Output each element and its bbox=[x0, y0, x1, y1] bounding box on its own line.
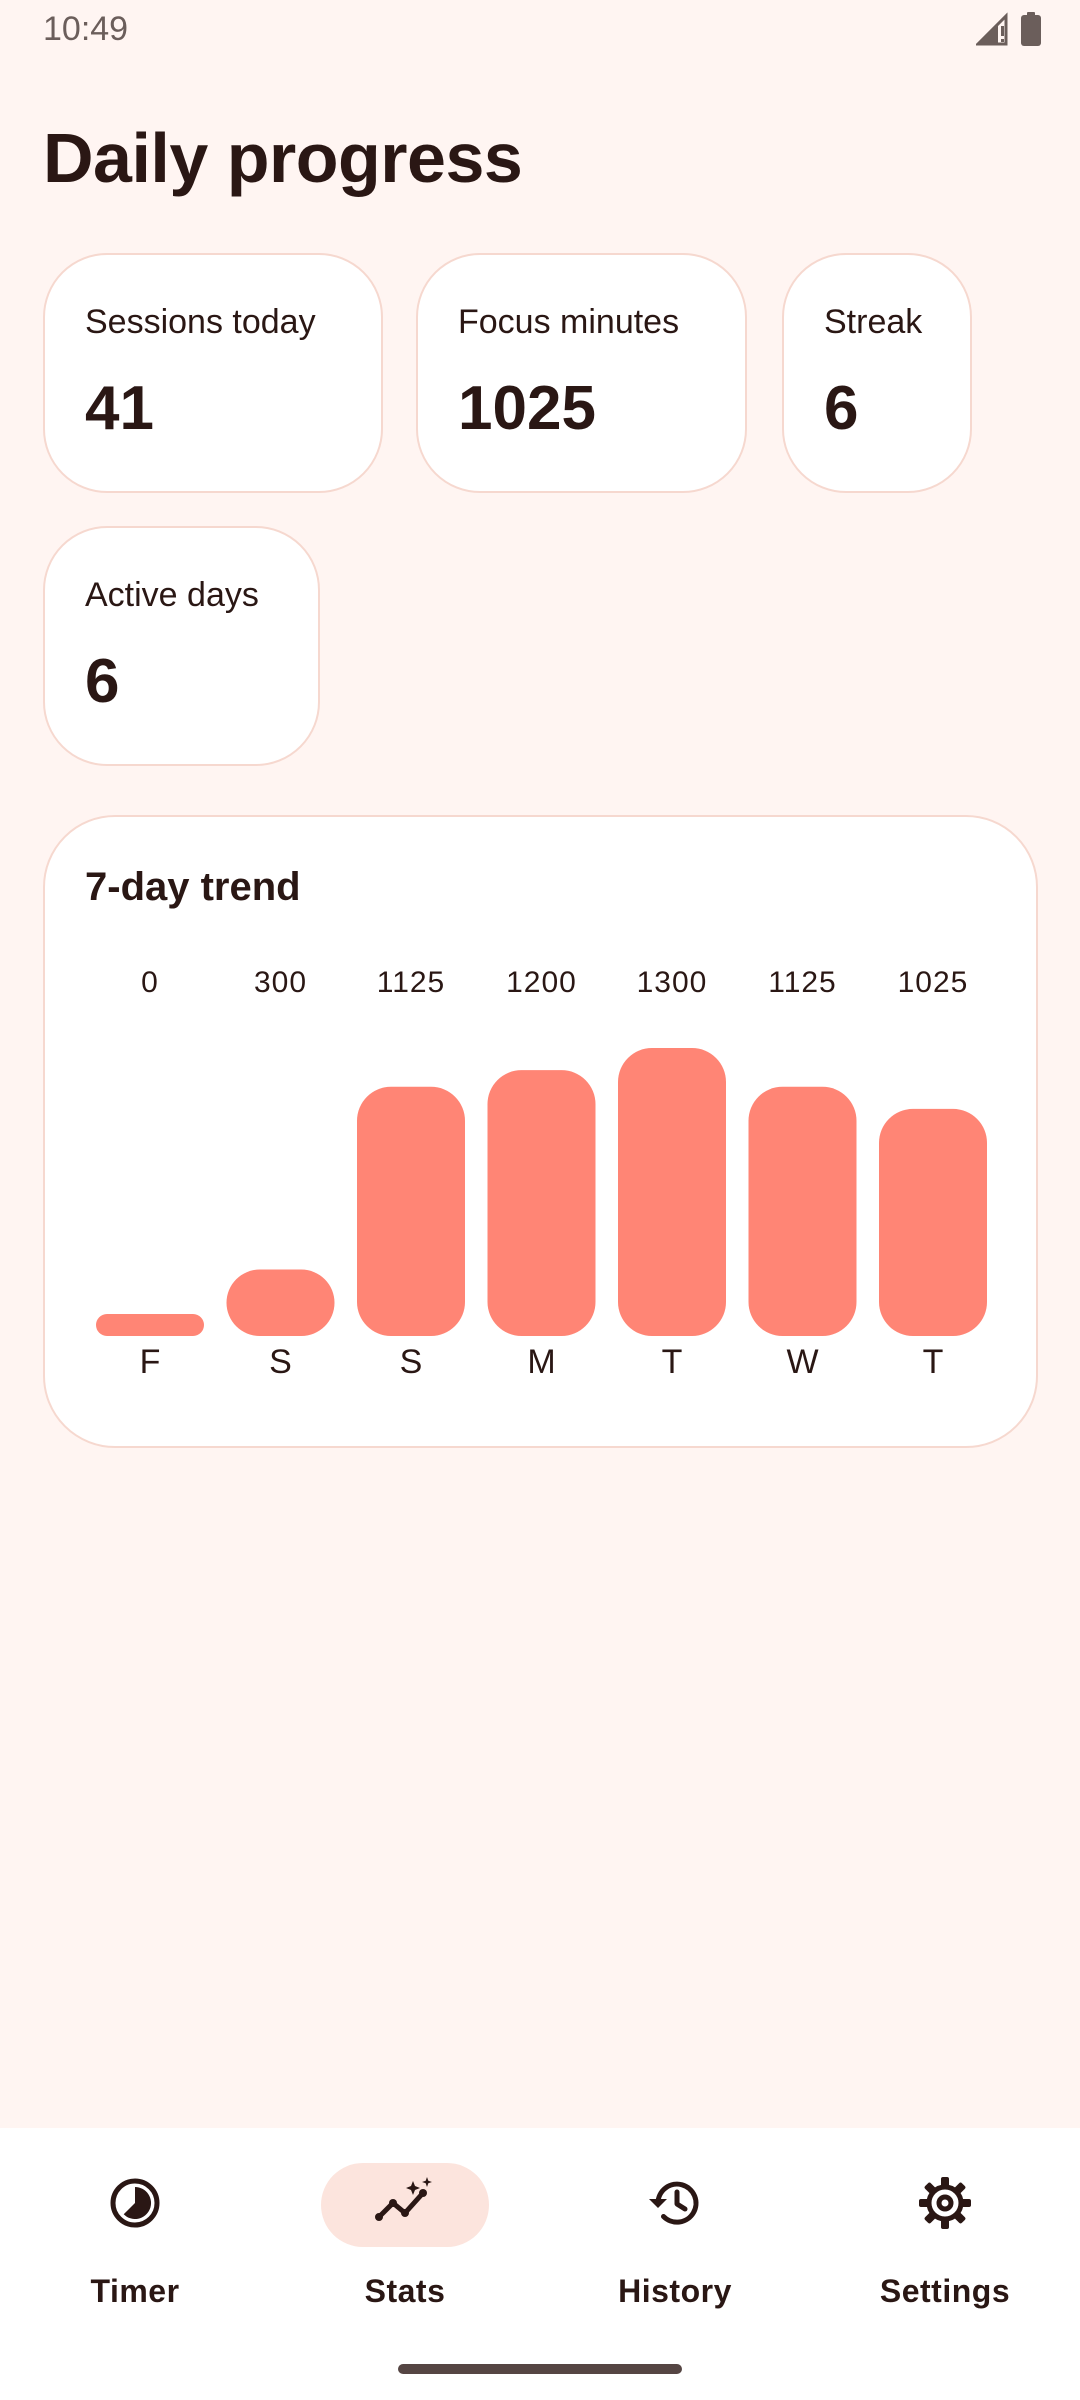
nav-label: Settings bbox=[879, 2273, 1011, 2309]
status-icons bbox=[974, 12, 1042, 51]
nav-item-timer[interactable]: Timer bbox=[35, 2163, 235, 2343]
page-title: Daily progress bbox=[43, 119, 523, 197]
trend-day-label: T bbox=[923, 1343, 944, 1381]
trend-day-label: M bbox=[527, 1343, 555, 1381]
stat-card-sessions-today: Sessions today 41 bbox=[43, 253, 383, 493]
gear-icon bbox=[917, 2175, 973, 2236]
stat-value: 6 bbox=[824, 374, 859, 443]
trend-day-label: S bbox=[269, 1343, 292, 1381]
trend-bar bbox=[879, 1108, 987, 1336]
trend-bar bbox=[748, 1086, 857, 1336]
stat-value: 6 bbox=[85, 647, 120, 716]
nav-icon-container bbox=[51, 2163, 219, 2247]
trend-value-label: 1300 bbox=[637, 966, 708, 999]
trend-bar bbox=[618, 1048, 726, 1336]
nav-icon-container bbox=[861, 2163, 1029, 2247]
nav-label: History bbox=[618, 2273, 732, 2309]
nav-label: Stats bbox=[364, 2273, 446, 2309]
stat-label: Sessions today bbox=[85, 303, 316, 341]
trend-value-label: 1125 bbox=[377, 966, 446, 999]
nav-item-stats[interactable]: Stats bbox=[305, 2163, 505, 2343]
stat-value: 1025 bbox=[458, 374, 596, 443]
trend-bar bbox=[487, 1070, 596, 1336]
trend-day-label: T bbox=[662, 1343, 683, 1381]
home-indicator bbox=[398, 2364, 682, 2374]
nav-icon-container bbox=[591, 2163, 759, 2247]
stat-label: Streak bbox=[824, 303, 923, 341]
stats-icon bbox=[373, 2175, 437, 2236]
trend-value-label: 300 bbox=[254, 966, 307, 999]
bottom-navigation: Timer Stats History Settings bbox=[0, 2128, 1080, 2400]
trend-bar bbox=[96, 1314, 204, 1336]
trend-card: 7-day trend 0 F 300 S 1125 S 1200 M 1300 T 1125 W 10… bbox=[43, 815, 1038, 1448]
stat-card-focus-minutes: Focus minutes 1025 bbox=[416, 253, 747, 493]
trend-value-label: 1125 bbox=[768, 966, 837, 999]
nav-icon-container bbox=[321, 2163, 489, 2247]
nav-item-history[interactable]: History bbox=[575, 2163, 775, 2343]
trend-bar bbox=[226, 1269, 335, 1336]
stat-card-streak: Streak 6 bbox=[782, 253, 972, 493]
nav-label: Timer bbox=[90, 2273, 180, 2309]
status-time: 10:49 bbox=[43, 10, 129, 48]
trend-bar bbox=[357, 1086, 465, 1336]
timer-icon bbox=[107, 2175, 163, 2236]
trend-value-label: 1025 bbox=[898, 966, 969, 999]
history-icon bbox=[645, 2175, 705, 2236]
trend-day-label: F bbox=[140, 1343, 161, 1381]
signal-icon bbox=[974, 12, 1010, 51]
battery-icon bbox=[1020, 12, 1042, 51]
trend-day-label: W bbox=[786, 1343, 818, 1381]
status-bar: 10:49 bbox=[0, 0, 1080, 64]
stat-value: 41 bbox=[85, 374, 154, 443]
stat-label: Focus minutes bbox=[458, 303, 680, 341]
trend-day-label: S bbox=[400, 1343, 423, 1381]
nav-item-settings[interactable]: Settings bbox=[845, 2163, 1045, 2343]
trend-value-label: 1200 bbox=[506, 966, 577, 999]
stat-label: Active days bbox=[85, 576, 259, 614]
trend-value-label: 0 bbox=[141, 966, 159, 999]
stat-card-active-days: Active days 6 bbox=[43, 526, 320, 766]
trend-chart: 0 F 300 S 1125 S 1200 M 1300 T 1125 W 1025 T bbox=[96, 966, 987, 1381]
